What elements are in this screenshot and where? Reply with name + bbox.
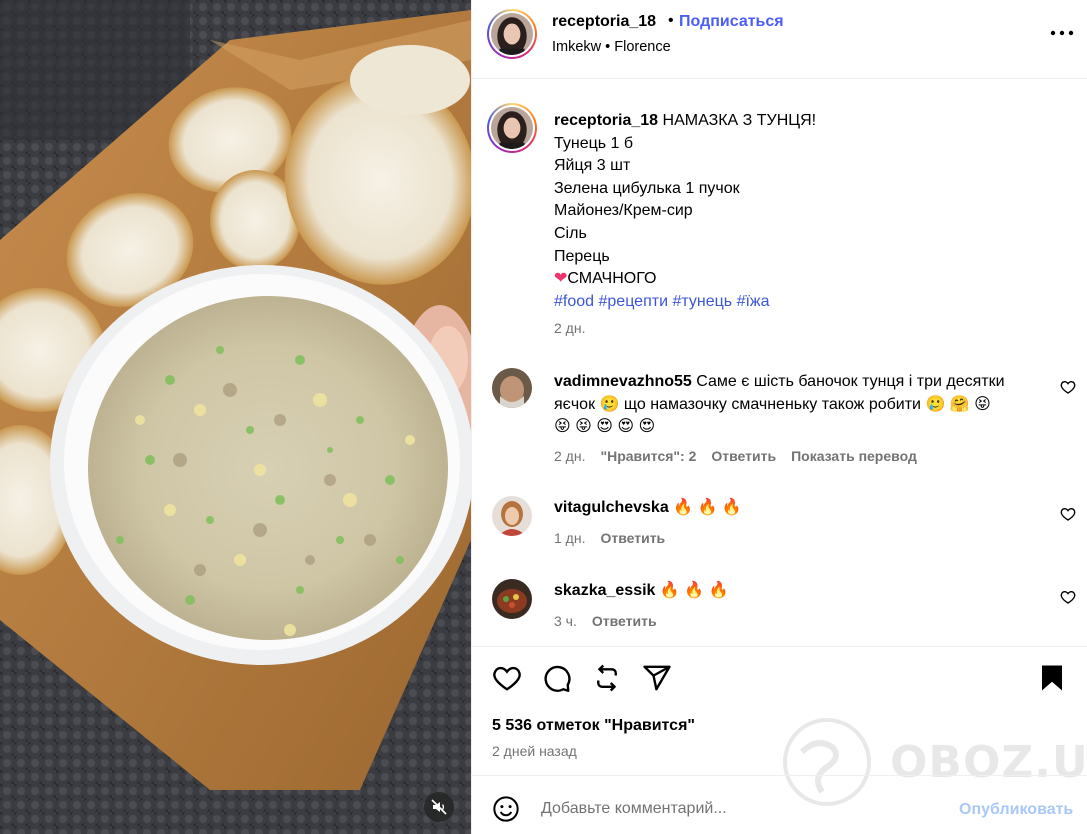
commenter-avatar-image xyxy=(492,496,532,536)
likes-count[interactable]: 5 536 отметок "Нравится" xyxy=(492,717,695,735)
post-side-panel: receptoria_18 • Подписаться Imkekw • Flo… xyxy=(471,0,1087,834)
caption-avatar-image xyxy=(491,107,533,149)
hashtag-food[interactable]: #food xyxy=(554,293,594,310)
caption-line: Тунець 1 б xyxy=(554,134,634,152)
reply-button[interactable]: Ответить xyxy=(600,530,665,546)
comment-meta: 3 ч. Ответить xyxy=(554,613,657,629)
reply-button[interactable]: Ответить xyxy=(592,613,657,629)
author-avatar-image xyxy=(491,13,533,55)
post-caption: receptoria_18 НАМАЗКА З ТУНЦЯ! Тунець 1 … xyxy=(554,110,1074,313)
follow-button[interactable]: Подписаться xyxy=(679,13,784,31)
post-location[interactable]: Imkekw • Florence xyxy=(552,39,671,55)
caption-first-line: receptoria_18 НАМАЗКА З ТУНЦЯ! xyxy=(554,110,1074,133)
caption-line: Перець xyxy=(554,247,610,265)
comment-text: skazka_essik 🔥 🔥 🔥 xyxy=(554,580,1044,603)
caption-line: Майонез/Крем-сир xyxy=(554,202,693,220)
more-horizontal-icon[interactable] xyxy=(1049,22,1075,44)
publish-button[interactable]: Опубликовать xyxy=(959,801,1073,819)
commenter-avatar-image xyxy=(492,579,532,619)
comment-body: Саме є шість баночок тунця і три десятки xyxy=(696,373,1005,390)
add-comment-bar: Опубликовать xyxy=(472,775,1087,834)
comment-likes-count[interactable]: "Нравится": 2 xyxy=(600,448,696,464)
muted-speaker-icon xyxy=(431,799,447,815)
caption-line: Сіль xyxy=(554,224,587,242)
caption-time[interactable]: 2 дн. xyxy=(554,320,585,336)
share-icon[interactable] xyxy=(642,663,672,693)
caption-username[interactable]: receptoria_18 xyxy=(554,112,658,129)
header-separator: • xyxy=(668,12,674,29)
caption-hashtags: #food #рецепти #тунець #їжа xyxy=(554,291,1074,314)
comment-time[interactable]: 3 ч. xyxy=(554,613,577,629)
post-media-video[interactable] xyxy=(0,0,471,834)
comment-input[interactable] xyxy=(541,796,941,822)
heart-icon[interactable] xyxy=(1060,379,1076,395)
tuna-spread-photo xyxy=(0,0,471,834)
caption-closing-line: ❤СМАЧНОГО xyxy=(554,268,1074,291)
comment-body: 🔥 🔥 🔥 xyxy=(673,499,742,516)
heart-icon[interactable] xyxy=(1060,506,1076,522)
comment-icon[interactable] xyxy=(542,663,572,693)
author-avatar[interactable] xyxy=(487,9,537,59)
caption-line: Зелена цибулька 1 пучок xyxy=(554,179,740,197)
bookmark-icon[interactable] xyxy=(1037,663,1067,693)
caption-line: Яйця 3 шт xyxy=(554,157,631,175)
show-translation-button[interactable]: Показать перевод xyxy=(791,448,917,464)
caption-closing: СМАЧНОГО xyxy=(567,270,657,288)
hashtag-recepty[interactable]: #рецепти xyxy=(599,293,669,310)
commenter-avatar[interactable] xyxy=(492,579,532,619)
instagram-post-modal: receptoria_18 • Подписаться Imkekw • Flo… xyxy=(0,0,1087,834)
mute-button[interactable] xyxy=(424,792,454,822)
emoji-icon[interactable] xyxy=(492,795,520,823)
hashtag-tunets[interactable]: #тунець xyxy=(672,293,732,310)
author-username[interactable]: receptoria_18 xyxy=(552,13,656,31)
repost-icon[interactable] xyxy=(592,663,622,693)
caption-author-avatar[interactable] xyxy=(487,103,537,153)
comment-meta: 2 дн. "Нравится": 2 Ответить Показать пе… xyxy=(554,448,917,464)
heart-icon[interactable] xyxy=(492,663,522,693)
comment-meta: 1 дн. Ответить xyxy=(554,530,665,546)
comment-time[interactable]: 2 дн. xyxy=(554,448,585,464)
commenter-avatar[interactable] xyxy=(492,496,532,536)
heart-emoji: ❤ xyxy=(554,270,568,288)
hashtag-yizha[interactable]: #їжа xyxy=(737,293,770,310)
post-header: receptoria_18 • Подписаться Imkekw • Flo… xyxy=(472,0,1087,79)
commenter-username[interactable]: vitagulchevska xyxy=(554,499,669,516)
heart-icon[interactable] xyxy=(1060,589,1076,605)
commenter-username[interactable]: skazka_essik xyxy=(554,582,655,599)
comment-body-cont: яєчок 🥲 що намазочку смачненьку також ро… xyxy=(554,395,991,413)
comment-text: vadimnevazhno55 Саме є шість баночок тун… xyxy=(554,371,1044,439)
commenter-avatar[interactable] xyxy=(492,368,532,408)
comment-time[interactable]: 1 дн. xyxy=(554,530,585,546)
comment-body: 🔥 🔥 🔥 xyxy=(659,582,729,599)
comment-body-cont: 😝 😝 😍 😍 😍 xyxy=(554,418,656,436)
commenter-avatar-image xyxy=(492,368,532,408)
caption-title: НАМАЗКА З ТУНЦЯ! xyxy=(662,112,817,129)
reply-button[interactable]: Ответить xyxy=(711,448,776,464)
post-time[interactable]: 2 дней назад xyxy=(492,743,577,759)
commenter-username[interactable]: vadimnevazhno55 xyxy=(554,373,692,390)
comment-text: vitagulchevska 🔥 🔥 🔥 xyxy=(554,497,1044,520)
